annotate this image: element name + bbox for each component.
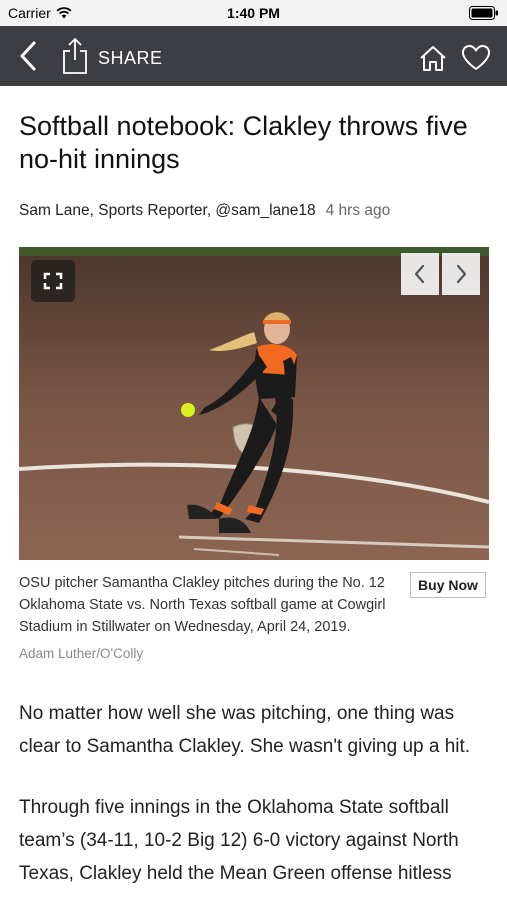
article-photo[interactable] xyxy=(19,247,489,560)
heart-icon[interactable] xyxy=(461,44,491,72)
status-bar: Carrier 1:40 PM xyxy=(0,0,507,26)
photo-credit: Adam Luther/O'Colly xyxy=(19,646,144,661)
article-headline: Softball notebook: Clakley throws five n… xyxy=(19,111,468,174)
chevron-left-icon[interactable] xyxy=(14,40,42,72)
author-line[interactable]: Sam Lane, Sports Reporter, @sam_lane18 xyxy=(19,202,316,219)
article-paragraph: Through five innings in the Oklahoma Sta… xyxy=(19,797,459,884)
gallery-prev-button[interactable] xyxy=(401,253,439,295)
photo-caption: OSU pitcher Samantha Clakley pitches dur… xyxy=(19,575,386,635)
article-byline: Sam Lane, Sports Reporter, @sam_lane18 4 … xyxy=(19,202,390,220)
article-paragraph: No matter how well she was pitching, one… xyxy=(19,703,471,757)
battery-icon xyxy=(469,6,498,20)
gallery-next-button[interactable] xyxy=(442,253,480,295)
expand-photo-button[interactable] xyxy=(31,260,75,302)
nav-bar: SHARE xyxy=(0,26,507,86)
status-time: 1:40 PM xyxy=(227,5,280,21)
buy-now-button[interactable]: Buy Now xyxy=(410,572,486,598)
article-age: 4 hrs ago xyxy=(325,202,391,219)
share-button-label[interactable]: SHARE xyxy=(98,48,163,69)
share-icon[interactable] xyxy=(60,36,90,76)
chevron-left-icon xyxy=(414,264,425,284)
fullscreen-icon xyxy=(43,272,63,290)
chevron-right-icon xyxy=(456,264,467,284)
home-icon[interactable] xyxy=(418,44,448,72)
